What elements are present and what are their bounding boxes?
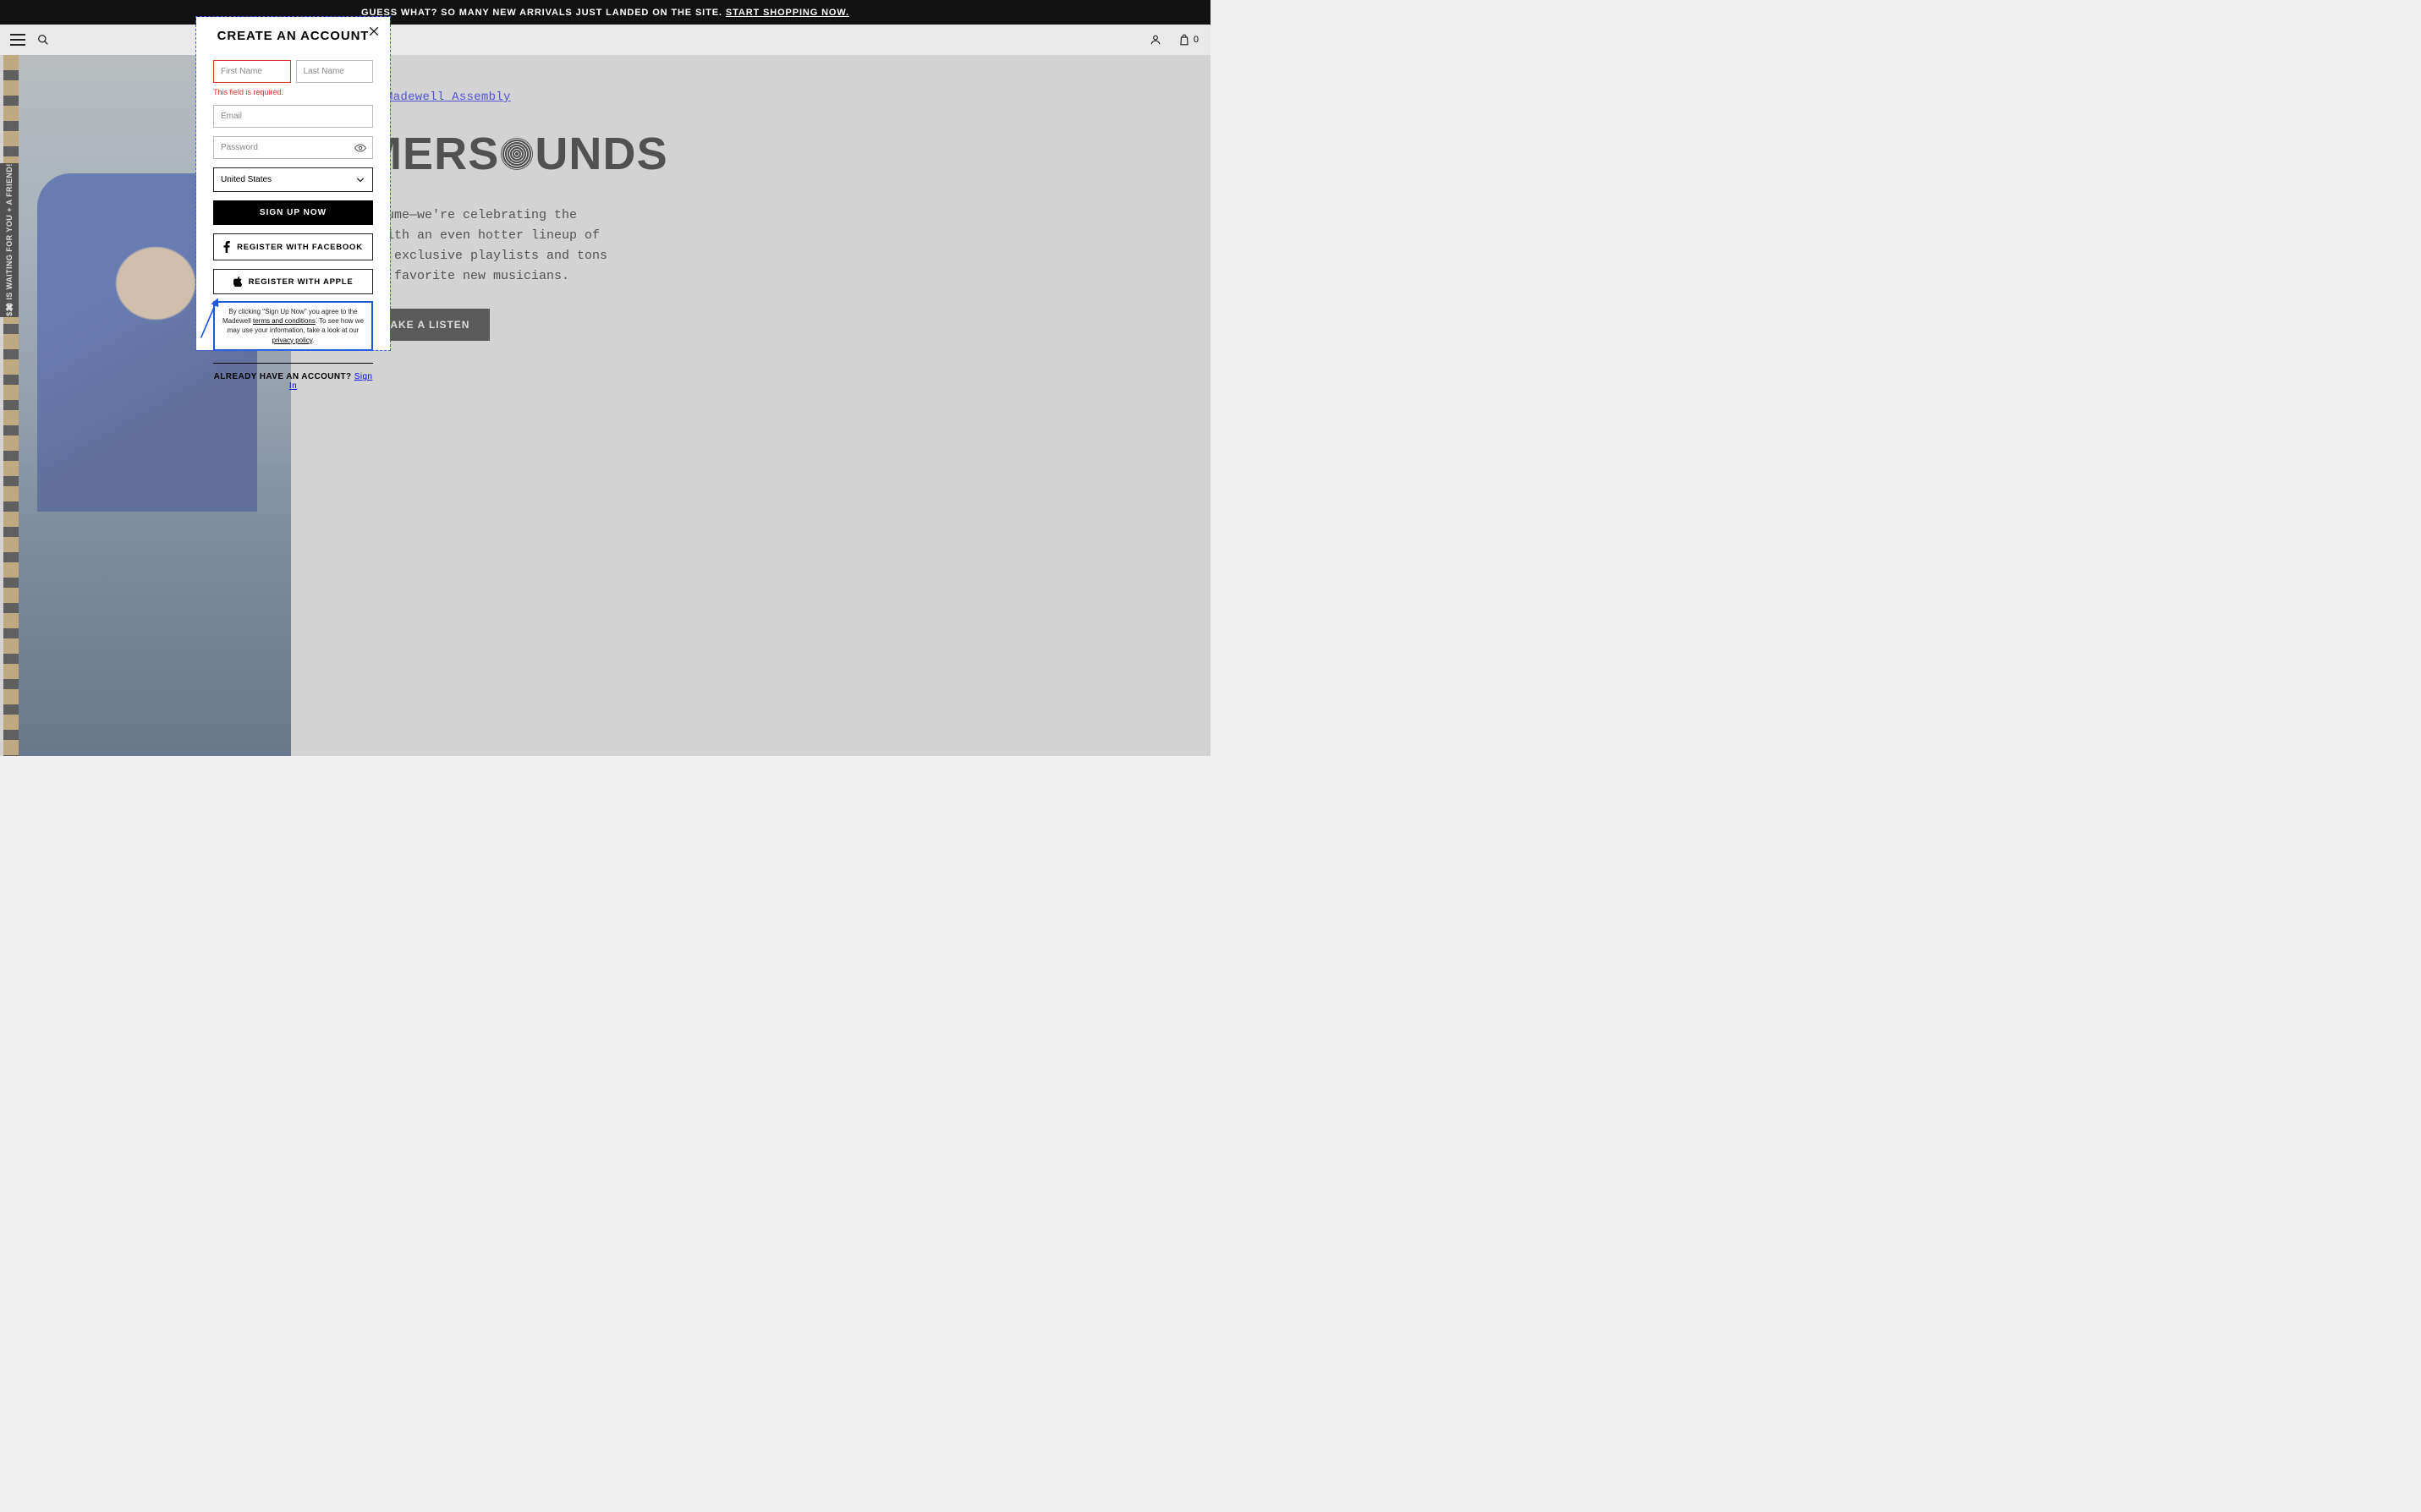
search-icon[interactable]: [37, 34, 49, 46]
announcement-text: GUESS WHAT? SO MANY NEW ARRIVALS JUST LA…: [361, 8, 722, 18]
legal-disclaimer: By clicking "Sign Up Now" you agree to t…: [213, 301, 373, 351]
register-facebook-button[interactable]: REGISTER WITH FACEBOOK: [213, 233, 373, 260]
main-content: he Madewell Assembly MERS UNDS volume—we…: [0, 55, 1210, 756]
register-apple-button[interactable]: REGISTER WITH APPLE: [213, 269, 373, 294]
modal-backdrop[interactable]: [0, 55, 1210, 756]
show-password-icon[interactable]: [354, 144, 366, 152]
country-select[interactable]: United States: [213, 167, 373, 192]
first-name-error: This field is required.: [213, 88, 373, 96]
email-field[interactable]: [213, 105, 373, 128]
modal-title: CREATE AN ACCOUNT: [213, 29, 373, 43]
facebook-icon: [223, 241, 230, 253]
privacy-link[interactable]: privacy policy: [272, 337, 312, 344]
already-have-account: ALREADY HAVE AN ACCOUNT? Sign In: [213, 372, 373, 391]
terms-link[interactable]: terms and conditions: [253, 317, 316, 325]
announcement-bar: GUESS WHAT? SO MANY NEW ARRIVALS JUST LA…: [0, 0, 1210, 25]
apple-icon: [233, 277, 242, 287]
site-header: 0: [0, 25, 1210, 55]
first-name-field[interactable]: [213, 60, 291, 83]
already-label: ALREADY HAVE AN ACCOUNT?: [214, 372, 354, 381]
divider: [213, 363, 373, 364]
last-name-field[interactable]: [296, 60, 374, 83]
shopping-bag[interactable]: 0: [1178, 33, 1199, 47]
hamburger-menu-button[interactable]: [10, 34, 25, 46]
close-icon[interactable]: [368, 25, 380, 37]
register-facebook-label: REGISTER WITH FACEBOOK: [237, 243, 363, 252]
register-apple-label: REGISTER WITH APPLE: [249, 277, 354, 287]
account-icon[interactable]: [1150, 34, 1161, 46]
create-account-modal: CREATE AN ACCOUNT This field is required…: [196, 17, 390, 350]
password-field[interactable]: [213, 136, 373, 159]
announcement-cta-link[interactable]: START SHOPPING NOW.: [726, 8, 849, 18]
sign-up-button[interactable]: SIGN UP NOW: [213, 200, 373, 225]
legal-post: .: [312, 337, 314, 344]
bag-count: 0: [1194, 35, 1199, 45]
